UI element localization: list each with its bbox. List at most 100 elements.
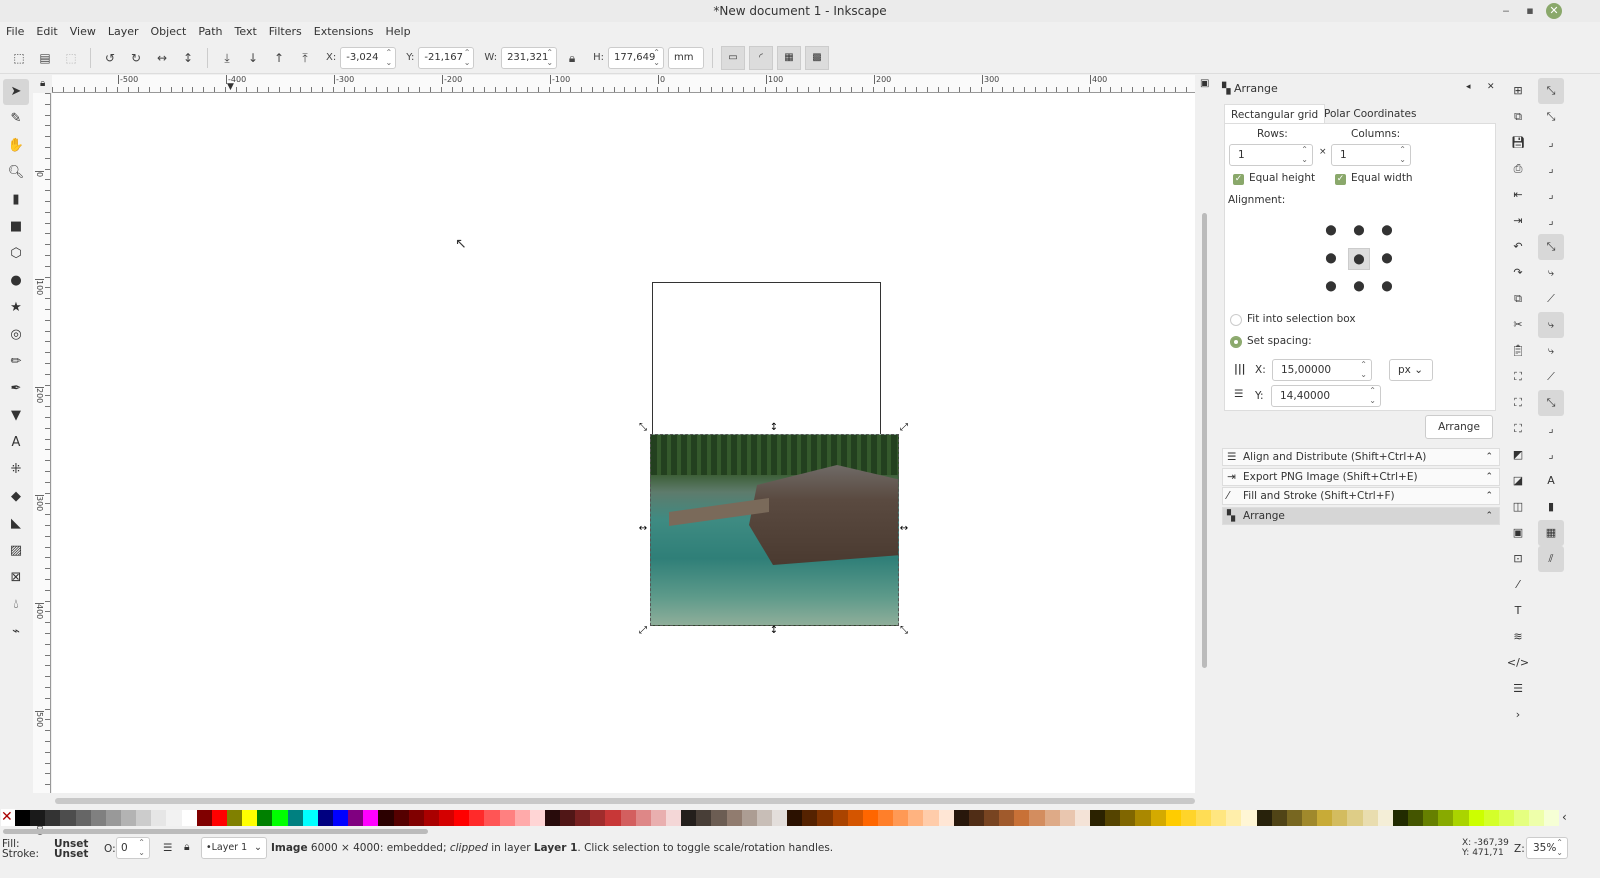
color-swatch[interactable] — [423, 810, 439, 826]
new-document-icon[interactable]: ⊞ — [1505, 78, 1531, 104]
color-swatch[interactable] — [226, 810, 243, 826]
color-swatch[interactable] — [438, 810, 455, 826]
color-swatch[interactable] — [408, 810, 424, 826]
transform-patterns-toggle[interactable]: ▩ — [804, 45, 829, 70]
align-icon[interactable]: ☰ — [1505, 676, 1531, 702]
close-button[interactable]: ✕ — [1546, 3, 1562, 19]
snap-others-icon[interactable]: ⤡ — [1538, 390, 1564, 416]
color-swatch[interactable] — [650, 810, 667, 826]
more-icon[interactable]: › — [1505, 702, 1531, 728]
color-swatch[interactable] — [514, 810, 530, 826]
align-bottom-center-button[interactable]: ⬤ — [1348, 276, 1370, 298]
unit-select[interactable]: mm ⌄ — [667, 46, 704, 83]
color-swatch[interactable] — [620, 810, 636, 826]
color-swatch[interactable] — [1256, 810, 1272, 826]
canvas[interactable] — [52, 93, 1195, 793]
align-top-left-button[interactable]: ⬤ — [1320, 220, 1342, 242]
color-swatch[interactable] — [1074, 810, 1090, 826]
color-swatch[interactable] — [1226, 810, 1242, 826]
scale-handle-s-icon[interactable]: ↕ — [769, 626, 779, 636]
snap-rotation-center-icon[interactable]: ⌟ — [1538, 442, 1564, 468]
menu-layer[interactable]: Layer — [102, 22, 145, 42]
equal-height-checkbox[interactable]: ✓ — [1233, 174, 1244, 185]
color-swatch[interactable] — [938, 810, 954, 826]
color-swatch[interactable] — [1362, 810, 1378, 826]
star-tool-icon[interactable]: ★ — [3, 295, 29, 321]
undo-icon[interactable]: ↶ — [1505, 234, 1531, 260]
color-swatch[interactable] — [120, 810, 137, 826]
scale-stroke-toggle[interactable]: ▭ — [720, 45, 745, 70]
color-swatch[interactable] — [105, 810, 121, 826]
eraser-tool-icon[interactable]: ◆ — [3, 484, 29, 510]
color-swatch[interactable] — [560, 810, 576, 826]
color-swatch[interactable] — [45, 810, 61, 826]
copy-icon[interactable]: ⧉ — [1505, 286, 1531, 312]
unlink-clone-icon[interactable]: ◫ — [1505, 494, 1531, 520]
x-input[interactable]: -3,024 ⌃ ⌄ — [340, 46, 397, 69]
undock-icon[interactable]: ◂ — [1466, 82, 1471, 92]
export-icon[interactable]: ⇥ — [1505, 208, 1531, 234]
snap-nodes-icon[interactable]: ⤡ — [1538, 234, 1564, 260]
spiral-tool-icon[interactable]: ◎ — [3, 322, 29, 348]
color-swatch[interactable] — [529, 810, 545, 826]
color-swatch[interactable] — [1317, 810, 1333, 826]
color-swatch[interactable] — [196, 810, 212, 826]
color-swatch[interactable] — [605, 810, 621, 826]
scale-handle-n-icon[interactable]: ↕ — [769, 423, 779, 433]
palette-menu-icon[interactable]: ‹ — [1562, 810, 1567, 824]
spacing-unit-select[interactable]: px ⌄ — [1389, 359, 1433, 381]
color-swatch[interactable] — [1513, 810, 1530, 826]
color-swatch[interactable] — [257, 810, 273, 826]
color-swatch[interactable] — [984, 810, 1000, 826]
color-swatch[interactable] — [802, 810, 818, 826]
horizontal-ruler[interactable]: -500 -400 -300 -200 -100 0 100 200 300 400 ▼ — [52, 75, 1195, 93]
snap-bbox-corner-icon[interactable]: ⌟ — [1538, 156, 1564, 182]
layers-icon[interactable]: ≋ — [1505, 624, 1531, 650]
cut-icon[interactable]: ✂ — [1505, 312, 1531, 338]
paste-icon[interactable]: 📋︎ — [1505, 338, 1531, 364]
color-swatch[interactable] — [1029, 810, 1045, 826]
scale-handle-e-icon[interactable]: ↔ — [899, 524, 909, 534]
color-swatch[interactable] — [1332, 810, 1348, 826]
snap-smooth-icon[interactable]: ⤷ — [1538, 338, 1564, 364]
color-swatch[interactable] — [1180, 810, 1196, 826]
color-swatch[interactable] — [1014, 810, 1030, 826]
menu-file[interactable]: File — [0, 22, 30, 42]
selector-tool-icon[interactable]: ➤ — [3, 79, 29, 105]
align-center-button[interactable]: ⬤ — [1348, 248, 1370, 270]
color-swatch[interactable] — [1120, 810, 1136, 826]
equal-width-checkbox[interactable]: ✓ — [1335, 174, 1346, 185]
snap-bbox-icon[interactable]: ⤡ — [1538, 104, 1564, 130]
color-swatch[interactable] — [666, 810, 682, 826]
color-swatch[interactable] — [1498, 810, 1514, 826]
color-swatch[interactable] — [1089, 810, 1106, 826]
close-dialog-icon[interactable]: ✕ — [1487, 82, 1495, 92]
no-paint-swatch[interactable]: ✕ — [1, 809, 15, 826]
scale-handle-nw-icon[interactable]: ⤡ — [638, 423, 648, 433]
color-swatch[interactable] — [332, 810, 349, 826]
duplicate-icon[interactable]: ◩ — [1505, 442, 1531, 468]
color-swatch[interactable] — [908, 810, 924, 826]
color-swatch[interactable] — [1438, 810, 1454, 826]
snap-intersection-icon[interactable]: ⟋ — [1538, 286, 1564, 312]
spacing-x-input[interactable]: 15,00000 ⌃ ⌄ — [1272, 359, 1372, 381]
deselect-icon[interactable]: ⬚ — [60, 47, 82, 69]
docked-arrange[interactable]: ▚ Arrange ⌃ — [1222, 507, 1500, 525]
transform-gradients-toggle[interactable]: ▦ — [776, 45, 801, 70]
snap-bbox-midpoint-icon[interactable]: ⌟ — [1538, 182, 1564, 208]
color-swatch[interactable] — [1529, 810, 1545, 826]
select-all-icon[interactable]: ⬚ — [8, 47, 30, 69]
rotate-ccw-icon[interactable]: ↺ — [99, 47, 121, 69]
color-swatch[interactable] — [1286, 810, 1302, 826]
zoom-page-icon[interactable]: ⛶ — [1505, 416, 1531, 442]
import-icon[interactable]: ⧉ — [1505, 104, 1531, 130]
lower-to-bottom-icon[interactable]: ⤓ — [216, 47, 238, 69]
palette-scrollbar[interactable] — [3, 829, 428, 834]
connector-tool-icon[interactable]: ⌁ — [3, 619, 29, 645]
color-swatch[interactable] — [832, 810, 848, 826]
layer-lock-icon[interactable]: 🔒︎ — [184, 841, 190, 854]
color-swatch[interactable] — [348, 810, 364, 826]
zoom-selection-icon[interactable]: ⛶ — [1505, 364, 1531, 390]
flip-vertical-icon[interactable]: ↕ — [177, 47, 199, 69]
snap-cusp-icon[interactable]: ⤷ — [1538, 312, 1564, 338]
